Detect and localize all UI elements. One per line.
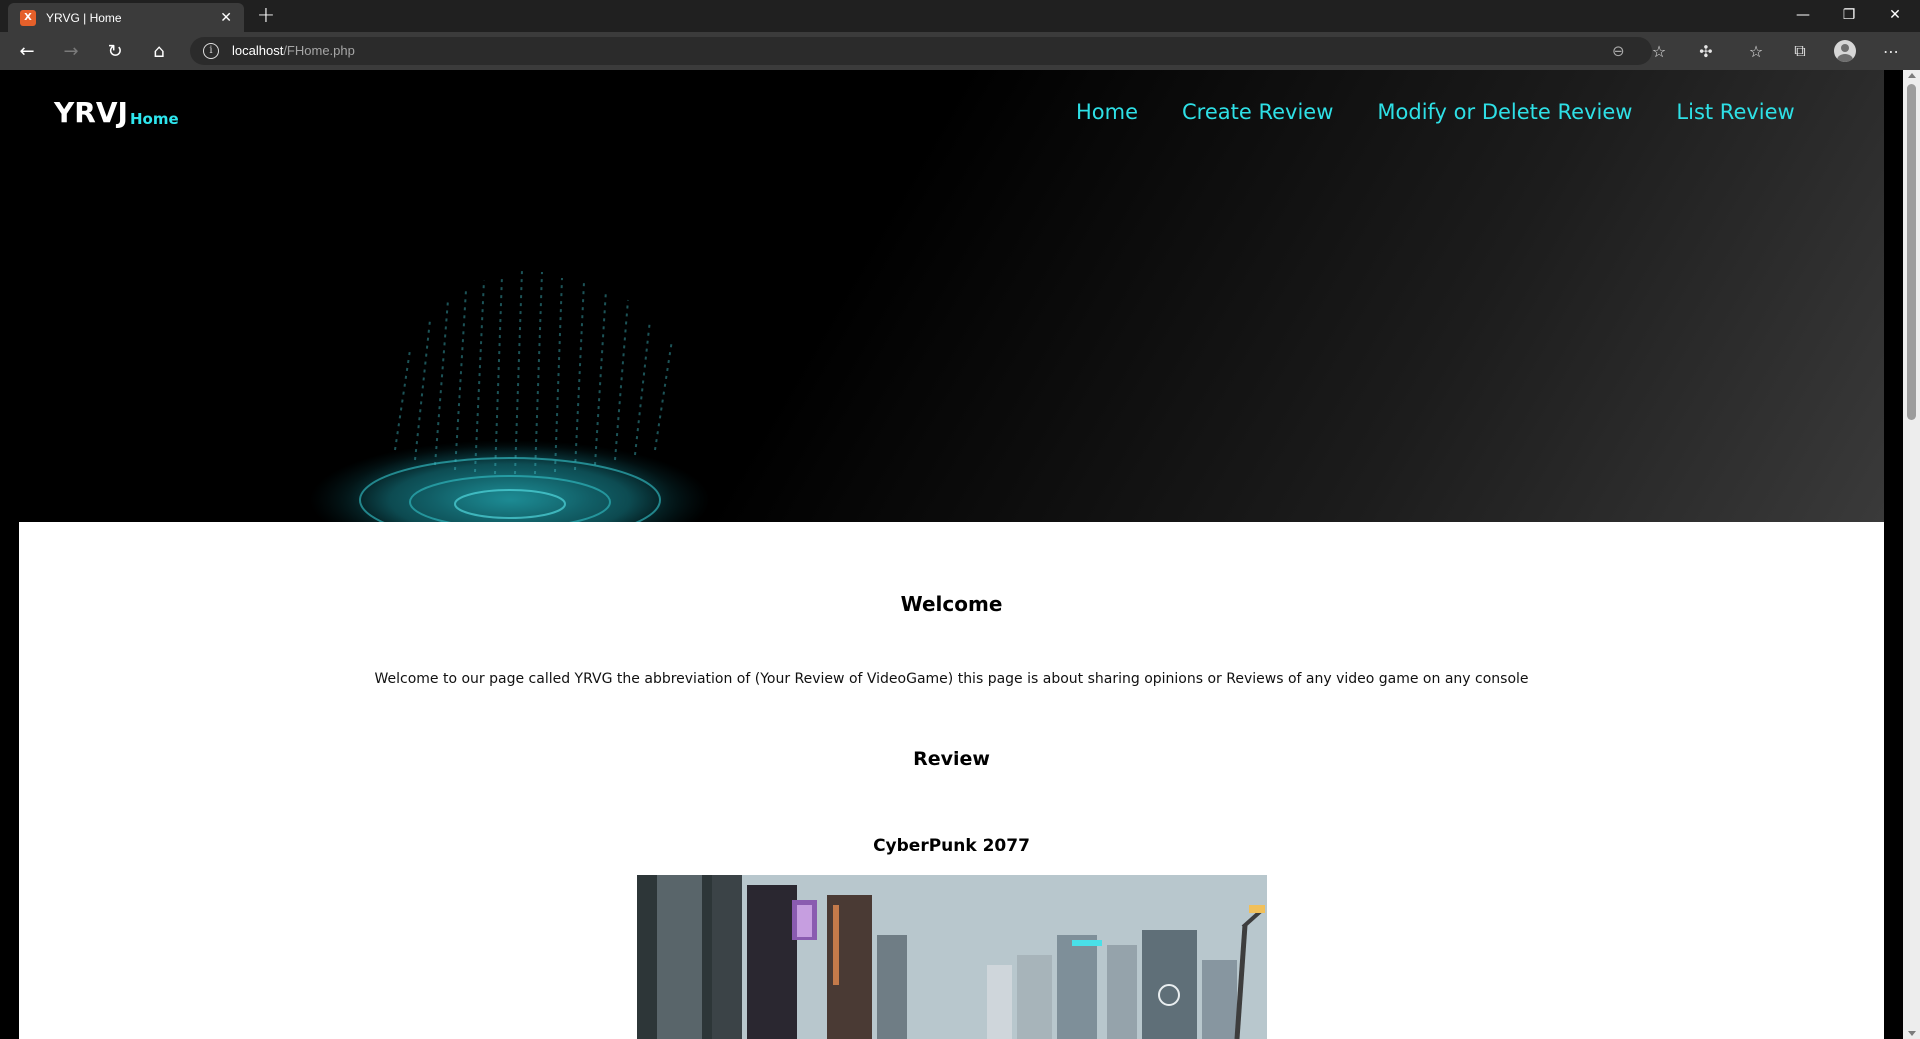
- back-button[interactable]: ←: [12, 37, 42, 65]
- collections-icon[interactable]: ⧉: [1787, 39, 1813, 63]
- page-viewport: YRVJ Home Home Create Review Modify or D…: [0, 70, 1903, 1039]
- tab-title: YRVG | Home: [46, 10, 122, 25]
- site-header: YRVJ Home Home Create Review Modify or D…: [0, 70, 1884, 522]
- game-title: CyberPunk 2077: [873, 836, 1030, 856]
- welcome-heading: Welcome: [900, 592, 1003, 616]
- browser-toolbar: ← → ↻ ⌂ i localhost/FHome.php ⊖ ☆ ✣ ☆ ⧉ …: [0, 32, 1920, 70]
- home-button[interactable]: ⌂: [144, 37, 174, 65]
- forward-button[interactable]: →: [56, 37, 86, 65]
- page-margin-left: [0, 522, 19, 1039]
- favicon-icon: X: [20, 9, 36, 26]
- new-tab-button[interactable]: +: [252, 3, 280, 31]
- digital-circuit-art: [310, 269, 710, 522]
- main-content: Welcome Welcome to our page called YRVG …: [19, 522, 1884, 1039]
- close-window-button[interactable]: ✕: [1872, 0, 1918, 30]
- logo-subtitle: Home: [130, 110, 179, 128]
- url-text[interactable]: localhost/FHome.php: [232, 43, 355, 58]
- info-icon[interactable]: i: [203, 43, 219, 59]
- scrollbar-thumb[interactable]: [1907, 84, 1916, 420]
- tab-close-icon[interactable]: ✕: [220, 10, 232, 26]
- zoom-out-icon[interactable]: ⊖: [1612, 42, 1625, 60]
- welcome-paragraph: Welcome to our page called YRVG the abbr…: [374, 671, 1529, 687]
- more-menu-icon[interactable]: ⋯: [1878, 39, 1904, 63]
- scroll-up-arrow-icon[interactable]: [1908, 73, 1916, 78]
- favorites-icon[interactable]: ☆: [1743, 39, 1769, 63]
- scroll-down-arrow-icon[interactable]: [1908, 1031, 1916, 1036]
- favorite-star-icon[interactable]: ☆: [1646, 39, 1672, 63]
- nav-link-modify-delete-review[interactable]: Modify or Delete Review: [1377, 100, 1632, 124]
- page-margin-right: [1884, 70, 1903, 1039]
- extensions-icon[interactable]: ✣: [1693, 39, 1719, 63]
- review-heading: Review: [913, 748, 990, 770]
- browser-tab[interactable]: X YRVG | Home ✕: [8, 3, 244, 32]
- nav-link-create-review[interactable]: Create Review: [1182, 100, 1333, 124]
- profile-avatar[interactable]: [1834, 40, 1856, 62]
- refresh-button[interactable]: ↻: [100, 37, 130, 65]
- browser-titlebar: X YRVG | Home ✕ + — ❐ ✕: [0, 0, 1920, 32]
- main-nav: Home Create Review Modify or Delete Revi…: [1076, 100, 1839, 124]
- restore-button[interactable]: ❐: [1826, 0, 1872, 30]
- nav-link-home[interactable]: Home: [1076, 100, 1138, 124]
- game-cover-image: [637, 875, 1267, 1039]
- site-logo[interactable]: YRVJ: [54, 96, 128, 129]
- nav-link-list-review[interactable]: List Review: [1676, 100, 1794, 124]
- page-scrollbar[interactable]: [1903, 70, 1920, 1039]
- address-bar[interactable]: i localhost/FHome.php ⊖: [190, 37, 1652, 65]
- minimize-button[interactable]: —: [1780, 0, 1826, 30]
